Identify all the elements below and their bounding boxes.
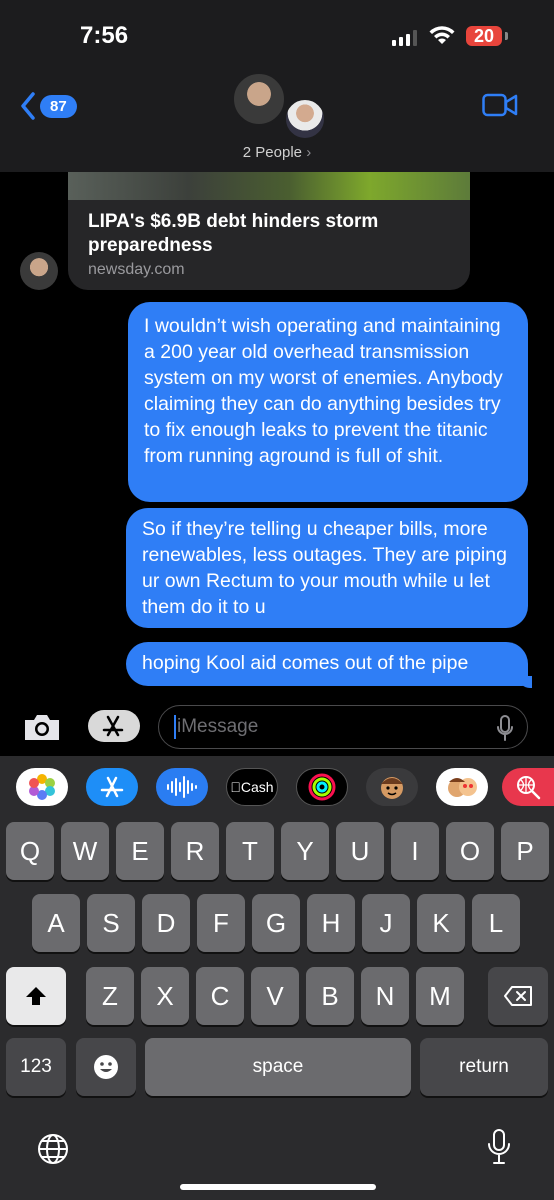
shift-key[interactable]	[6, 967, 66, 1025]
memoji-face-icon	[381, 777, 403, 799]
status-time: 7:56	[80, 22, 129, 49]
globe-search-icon	[517, 776, 541, 800]
key-z[interactable]: Z	[86, 967, 134, 1025]
key-q[interactable]: Q	[6, 822, 54, 880]
backspace-icon	[504, 986, 532, 1006]
key-r[interactable]: R	[171, 822, 219, 880]
key-w[interactable]: W	[61, 822, 109, 880]
cellular-signal-icon	[392, 30, 417, 46]
key-v[interactable]: V	[251, 967, 299, 1025]
key-u[interactable]: U	[336, 822, 384, 880]
return-key[interactable]: return	[420, 1038, 548, 1096]
app-store-icon[interactable]	[86, 768, 138, 806]
camera-icon[interactable]	[22, 712, 62, 742]
activity-icon[interactable]	[296, 768, 348, 806]
space-key[interactable]: space	[145, 1038, 411, 1096]
contact-avatar-1[interactable]	[232, 72, 286, 126]
link-preview-card[interactable]: LIPA's $6.9B debt hinders storm prepared…	[68, 172, 470, 290]
conversation-title-text: 2 People	[242, 144, 303, 161]
conversation-header: 7:56 20 87 2 People ›	[0, 0, 554, 172]
chevron-left-icon	[21, 92, 35, 120]
globe-icon[interactable]	[36, 1132, 70, 1166]
back-button[interactable]: 87	[20, 92, 77, 120]
message-input[interactable]	[158, 705, 528, 749]
link-preview-title: LIPA's $6.9B debt hinders storm prepared…	[88, 211, 379, 256]
contact-avatar-2[interactable]	[284, 98, 326, 140]
memoji-stickers-icon[interactable]	[436, 768, 488, 806]
text-cursor	[174, 715, 176, 739]
keyboard: Cash	[0, 756, 554, 1200]
key-p[interactable]: P	[501, 822, 549, 880]
message-bubble-2[interactable]: So if they’re telling u cheaper bills, m…	[126, 508, 528, 628]
key-t[interactable]: T	[226, 822, 274, 880]
app-store-glyph	[100, 776, 124, 798]
dictation-key-icon[interactable]	[486, 1128, 512, 1166]
key-s[interactable]: S	[87, 894, 135, 952]
key-a[interactable]: A	[32, 894, 80, 952]
memoji-stickers-glyph	[448, 778, 477, 797]
bubble-tail	[518, 676, 532, 688]
key-y[interactable]: Y	[281, 822, 329, 880]
battery-indicator: 20	[466, 26, 502, 46]
emoji-key[interactable]	[76, 1038, 136, 1096]
video-call-icon[interactable]	[482, 92, 518, 118]
waveform-icon	[167, 776, 197, 798]
key-c[interactable]: C	[196, 967, 244, 1025]
link-preview-domain: newsday.com	[88, 261, 185, 278]
shift-arrow-icon	[26, 987, 46, 1005]
key-m[interactable]: M	[416, 967, 464, 1025]
home-indicator	[180, 1184, 376, 1190]
key-b[interactable]: B	[306, 967, 354, 1025]
battery-nub	[505, 32, 508, 40]
photos-flower-icon	[29, 774, 55, 800]
message-bubble-1[interactable]: I wouldn’t wish operating and maintainin…	[128, 302, 528, 502]
key-x[interactable]: X	[141, 967, 189, 1025]
key-i[interactable]: I	[391, 822, 439, 880]
web-search-icon[interactable]	[502, 768, 554, 806]
message-bubble-3[interactable]: hoping Kool aid comes out of the pipe	[126, 642, 528, 686]
key-k[interactable]: K	[417, 894, 465, 952]
wifi-icon	[429, 26, 455, 44]
app-store-icon	[102, 715, 124, 737]
apple-cash-icon[interactable]: Cash	[226, 768, 278, 806]
key-d[interactable]: D	[142, 894, 190, 952]
emoji-icon	[94, 1055, 118, 1079]
sender-avatar[interactable]	[20, 252, 58, 290]
key-e[interactable]: E	[116, 822, 164, 880]
numbers-key[interactable]: 123	[6, 1038, 66, 1096]
key-h[interactable]: H	[307, 894, 355, 952]
activity-rings-icon	[308, 773, 336, 801]
key-o[interactable]: O	[446, 822, 494, 880]
cash-label: Cash	[235, 779, 274, 795]
key-f[interactable]: F	[197, 894, 245, 952]
apple-logo-icon: 	[230, 779, 241, 795]
app-store-button[interactable]	[88, 710, 140, 742]
link-preview-image	[68, 172, 470, 200]
key-j[interactable]: J	[362, 894, 410, 952]
key-g[interactable]: G	[252, 894, 300, 952]
conversation-title[interactable]: 2 People ›	[0, 144, 554, 161]
delete-key[interactable]	[488, 967, 548, 1025]
audio-message-icon[interactable]	[156, 768, 208, 806]
dictation-icon[interactable]	[496, 714, 514, 742]
photos-icon[interactable]	[16, 768, 68, 806]
key-l[interactable]: L	[472, 894, 520, 952]
unread-count-badge: 87	[40, 94, 77, 118]
chevron-right-icon: ›	[306, 144, 312, 161]
memoji-icon[interactable]	[366, 768, 418, 806]
key-n[interactable]: N	[361, 967, 409, 1025]
